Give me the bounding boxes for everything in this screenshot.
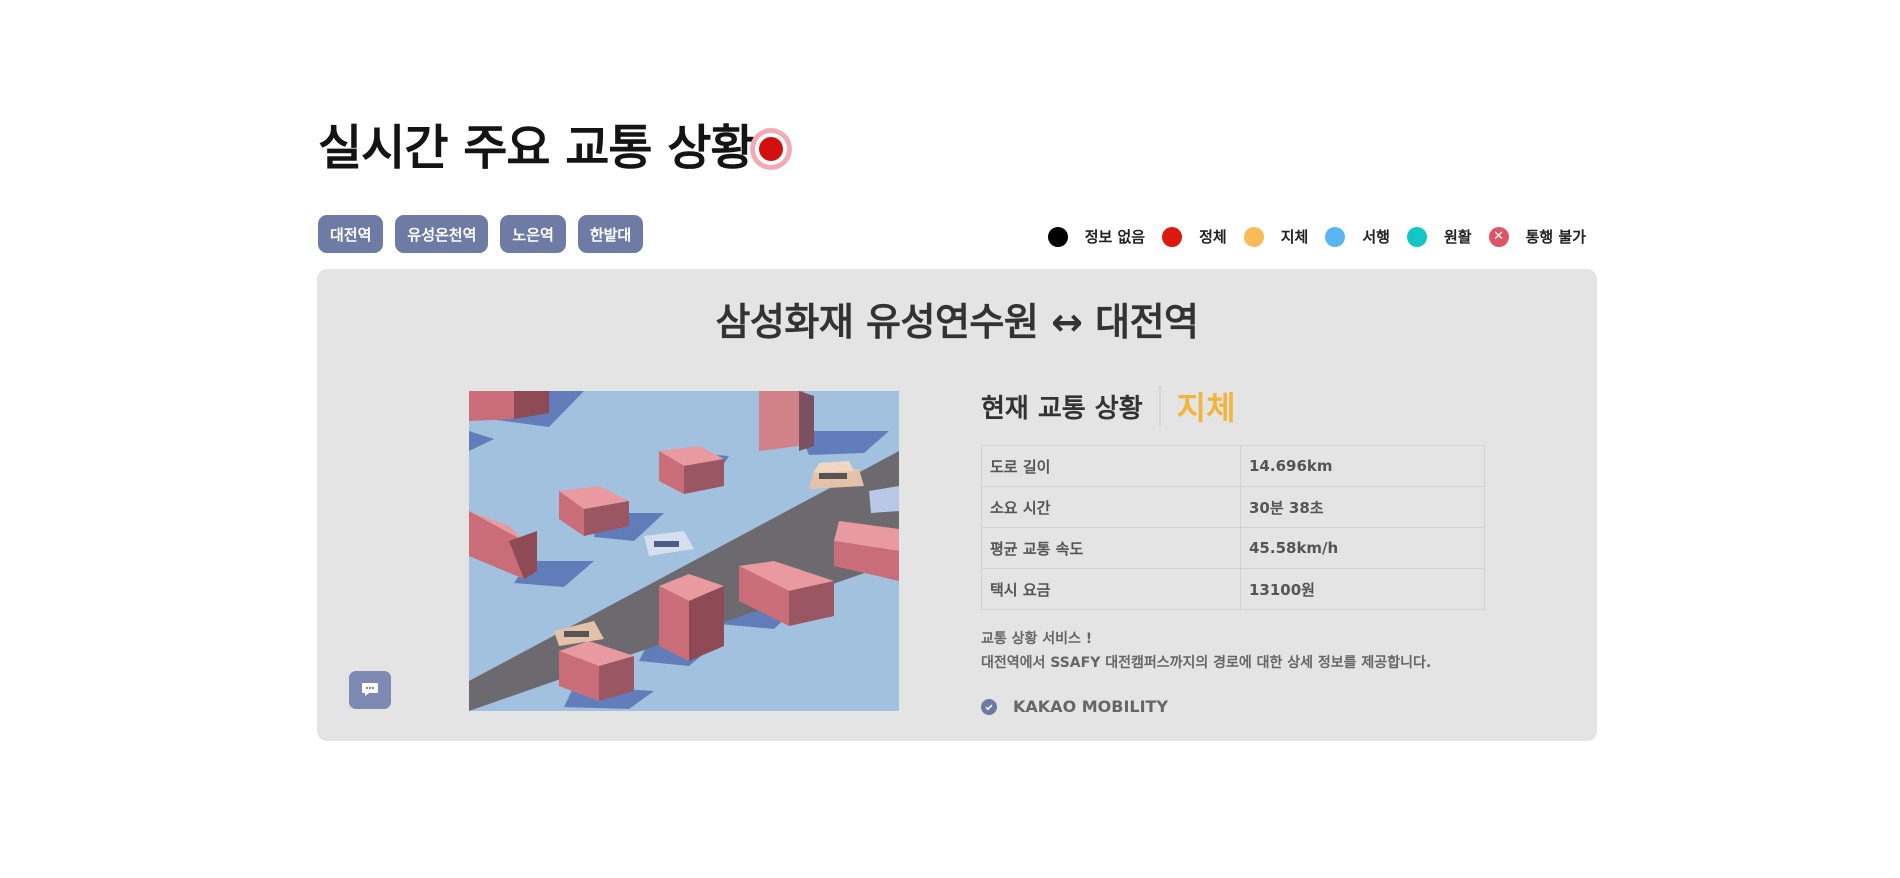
- table-row: 소요 시간 30분 38초: [981, 486, 1485, 528]
- station-tab-noeun[interactable]: 노은역: [500, 215, 566, 253]
- legend-dot-congested: [1162, 226, 1183, 247]
- legend-dot-smooth: [1406, 226, 1427, 247]
- live-record-icon: [750, 128, 792, 170]
- table-row: 택시 요금 13100원: [981, 568, 1485, 610]
- legend-item-closed: ✕ 통행 불가: [1488, 226, 1586, 247]
- row-value: 13100원: [1240, 568, 1485, 610]
- legend-dot-closed: ✕: [1488, 226, 1509, 247]
- status-divider: [1158, 386, 1161, 426]
- route-card: 삼성화재 유성연수원 ↔ 대전역 현재 교통 상황 지체 도로 길이 14.69…: [317, 269, 1597, 741]
- chat-button[interactable]: [349, 671, 391, 709]
- table-row: 평균 교통 속도 45.58km/h: [981, 527, 1485, 569]
- legend-label: 서행: [1362, 228, 1390, 246]
- route-info-table: 도로 길이 14.696km 소요 시간 30분 38초 평균 교통 속도 45…: [981, 445, 1485, 610]
- check-circle-icon: [981, 698, 997, 715]
- provider-label: KAKAO MOBILITY: [1013, 697, 1169, 716]
- row-key: 평균 교통 속도: [981, 527, 1241, 569]
- row-value: 45.58km/h: [1240, 527, 1485, 569]
- legend-item-no-info: 정보 없음: [1047, 226, 1146, 247]
- close-icon: ✕: [1493, 228, 1505, 244]
- table-row: 도로 길이 14.696km: [981, 445, 1485, 487]
- row-value: 30분 38초: [1240, 486, 1485, 528]
- legend-item-slow: 서행: [1325, 226, 1390, 247]
- chat-bubble-icon: [362, 683, 378, 696]
- legend-label: 원활: [1443, 228, 1472, 246]
- provider: KAKAO MOBILITY: [981, 697, 1168, 716]
- service-description: 교통 상황 서비스 ! 대전역에서 SSAFY 대전캠퍼스까지의 경로에 대한 …: [981, 627, 1431, 675]
- legend-label: 지체: [1280, 228, 1309, 246]
- traffic-illustration: [469, 391, 899, 711]
- legend-dot-no-info: [1047, 226, 1068, 247]
- row-value: 14.696km: [1240, 445, 1485, 487]
- legend-dot-slow: [1325, 226, 1346, 247]
- page-title: 실시간 주요 교통 상황: [318, 120, 755, 176]
- legend-item-smooth: 원활: [1406, 226, 1472, 247]
- route-title: 삼성화재 유성연수원 ↔ 대전역: [715, 300, 1199, 344]
- legend-label: 통행 불가: [1525, 228, 1586, 246]
- description-line: 대전역에서 SSAFY 대전캠퍼스까지의 경로에 대한 상세 정보를 제공합니다…: [981, 655, 1432, 671]
- legend-item-congested: 정체: [1162, 226, 1227, 247]
- legend-label: 정체: [1199, 228, 1227, 246]
- traffic-status: 현재 교통 상황 지체: [981, 383, 1236, 429]
- station-tab-yuseong-spa[interactable]: 유성온천역: [395, 215, 489, 253]
- legend-label: 정보 없음: [1084, 228, 1146, 246]
- legend-item-delayed: 지체: [1243, 226, 1309, 247]
- row-key: 택시 요금: [981, 568, 1241, 610]
- legend-dot-delayed: [1243, 226, 1264, 247]
- status-label: 현재 교통 상황: [981, 393, 1143, 424]
- status-value: 지체: [1176, 389, 1236, 427]
- station-tab-daejeon[interactable]: 대전역: [318, 215, 384, 253]
- row-key: 도로 길이: [981, 445, 1241, 487]
- station-tab-hanbat[interactable]: 한밭대: [577, 215, 644, 253]
- description-line: 교통 상황 서비스 !: [981, 631, 1093, 647]
- station-tabs: 대전역 유성온천역 노은역 한밭대: [318, 215, 644, 253]
- row-key: 소요 시간: [981, 486, 1241, 528]
- traffic-legend: 정보 없음 정체 지체 서행 원활 ✕ 통행 불가: [1031, 226, 1586, 247]
